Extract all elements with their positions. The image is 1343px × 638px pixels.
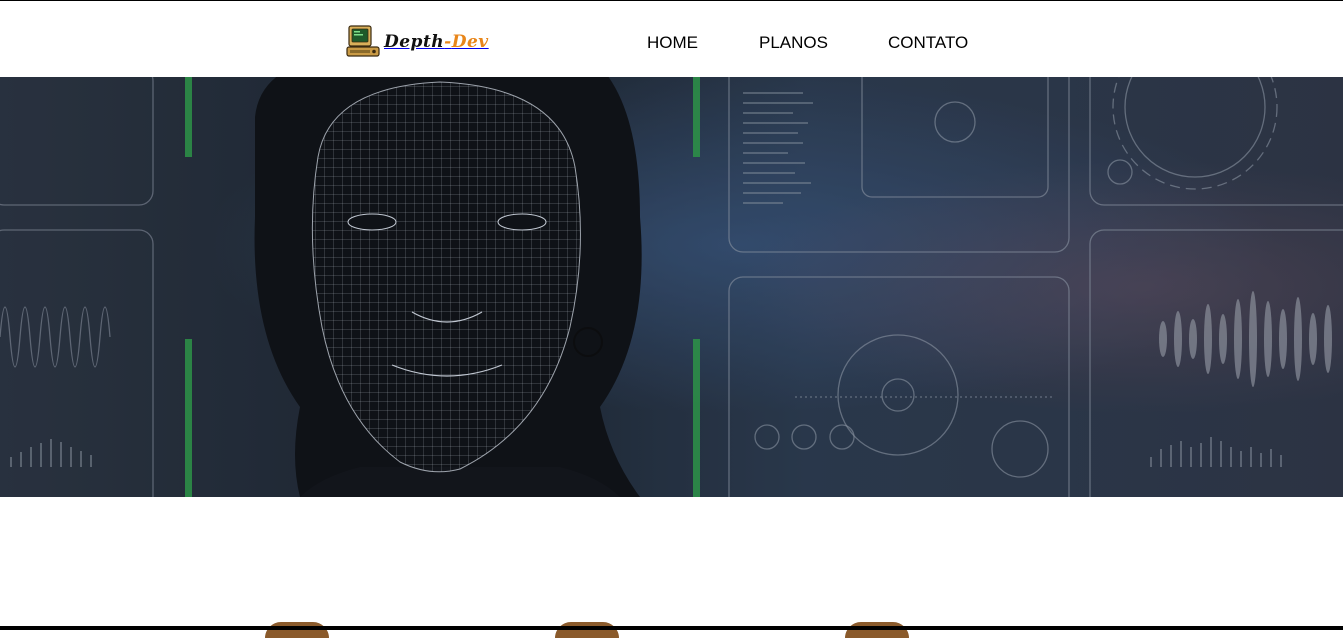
card-avatar-2 [555,622,619,638]
face-recognition-image [0,77,1343,497]
nav-item-planos[interactable]: PLANOS [759,33,828,53]
retro-computer-icon [346,25,380,57]
nav-item-home[interactable]: HOME [647,33,698,53]
section-divider [0,626,1343,630]
brand-name-part2: Dev [451,32,489,52]
brand-name-separator: - [444,32,452,52]
brand-logo[interactable]: Depth-Dev [345,23,489,61]
nav-item-contato[interactable]: CONTATO [888,33,968,53]
brand-name: Depth-Dev [384,32,489,52]
brand-name-part1: Depth [384,32,445,52]
card-avatar-3 [845,622,909,638]
hero-banner [0,77,1343,497]
site-header: Depth-Dev HOME PLANOS CONTATO [0,1,1343,77]
card-avatar-1 [265,622,329,638]
